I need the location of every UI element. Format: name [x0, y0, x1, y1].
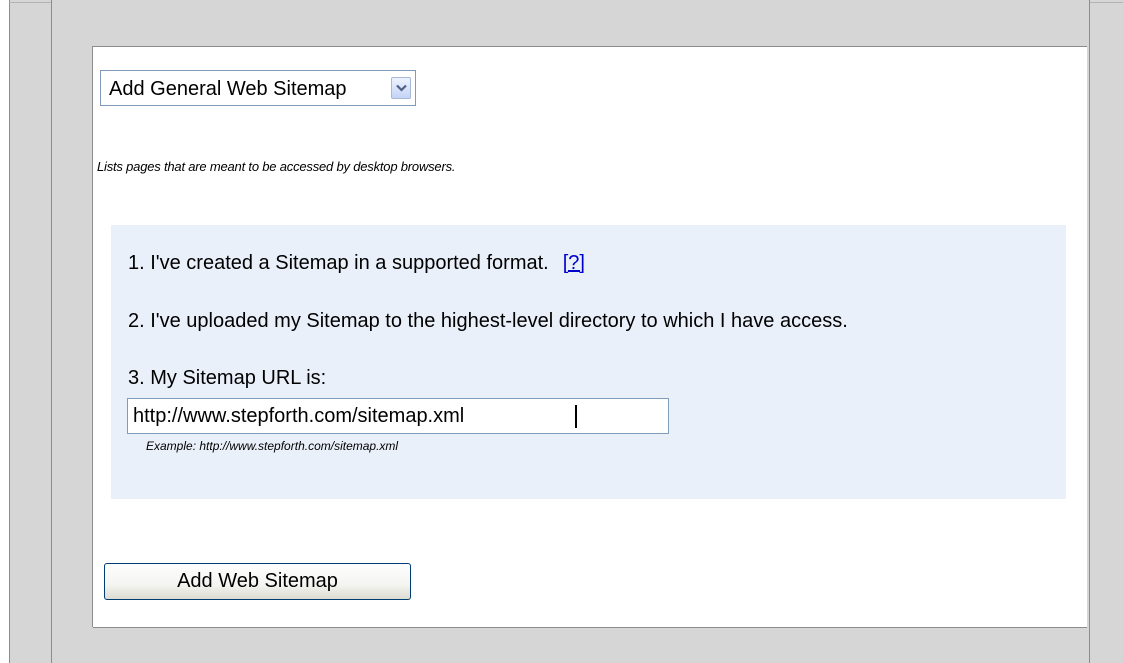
- step-created-sitemap: 1. I've created a Sitemap in a supported…: [128, 252, 585, 275]
- sitemap-type-description: Lists pages that are meant to be accesse…: [97, 159, 456, 174]
- url-example-hint: Example: http://www.stepforth.com/sitema…: [146, 439, 399, 453]
- sitemap-type-select[interactable]: Add General Web Sitemap: [100, 70, 416, 106]
- select-dropdown-button[interactable]: [391, 77, 411, 99]
- help-link[interactable]: [?]: [563, 252, 585, 274]
- step-created-sitemap-text: 1. I've created a Sitemap in a supported…: [128, 252, 549, 274]
- step-sitemap-url-label: 3. My Sitemap URL is:: [128, 367, 327, 389]
- window-left-edge: [0, 0, 10, 663]
- add-web-sitemap-button[interactable]: Add Web Sitemap: [104, 563, 411, 600]
- step-uploaded-sitemap: 2. I've uploaded my Sitemap to the highe…: [128, 310, 848, 332]
- steps-box: 1. I've created a Sitemap in a supported…: [111, 225, 1066, 499]
- add-sitemap-panel: Add General Web Sitemap Lists pages that…: [93, 46, 1087, 628]
- sitemap-url-input[interactable]: [127, 398, 669, 434]
- sitemap-type-selected-value: Add General Web Sitemap: [109, 78, 347, 100]
- text-caret: [575, 405, 577, 428]
- chevron-down-icon: [396, 84, 407, 92]
